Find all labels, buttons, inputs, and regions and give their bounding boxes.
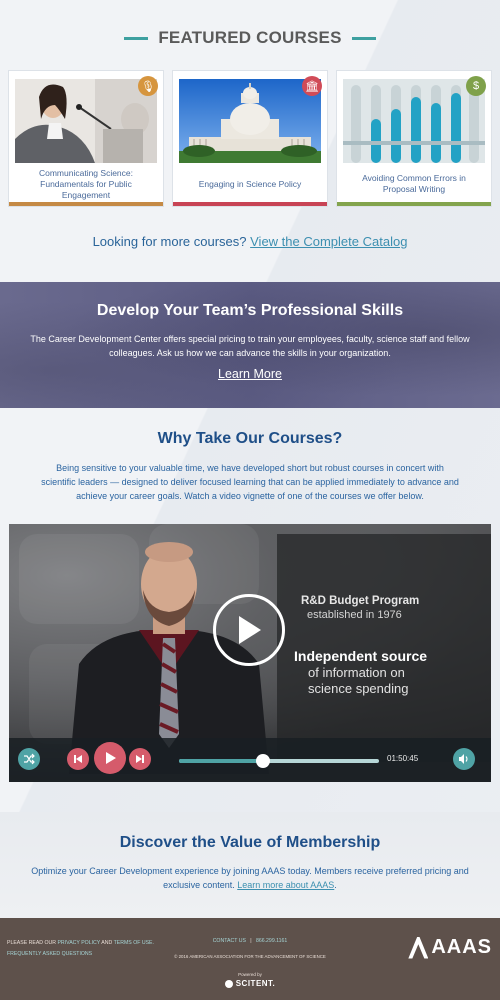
video-controls: 01:50:45 <box>9 738 491 782</box>
shuffle-icon <box>24 753 35 765</box>
play-icon <box>106 752 116 764</box>
develop-title: Develop Your Team’s Professional Skills <box>96 302 404 319</box>
scitent-brand-text: SCITENT. <box>235 979 276 988</box>
phone-link[interactable]: 866.299.1161 <box>256 938 287 944</box>
aaas-logo[interactable]: AAAS <box>408 936 492 959</box>
microphone-icon: 🎙 <box>138 76 158 96</box>
course-title: Engaging in Science Policy <box>198 178 302 189</box>
course-cards: 🎙 Communicating Science: Fundamentals fo… <box>8 70 492 207</box>
next-button[interactable] <box>129 748 151 770</box>
powered-by-label: Powered by <box>238 972 262 977</box>
course-color-bar <box>9 202 163 206</box>
why-take-courses-section: Why Take Our Courses? Being sensitive to… <box>0 408 500 518</box>
course-color-bar <box>173 202 327 206</box>
scitent-mark-icon <box>224 979 233 988</box>
view-catalog-link[interactable]: View the Complete Catalog <box>250 234 407 249</box>
powered-by: Powered by SCITENT. <box>0 972 500 989</box>
course-image-capitol <box>179 79 321 163</box>
membership-section: Discover the Value of Membership Optimiz… <box>0 812 500 918</box>
course-image-test-tubes <box>343 79 485 163</box>
volume-icon <box>459 754 468 764</box>
featured-heading: FEATURED COURSES <box>158 28 342 47</box>
develop-text: The Career Development Center offers spe… <box>30 334 470 358</box>
play-button[interactable] <box>94 742 126 774</box>
aaas-logo-text: AAAS <box>431 936 492 958</box>
video-player[interactable]: R&D Budget Program established in 1976 I… <box>9 524 491 782</box>
and-text: AND <box>101 940 113 946</box>
footer: PLEASE READ OUR PRIVACY POLICY AND TERMS… <box>0 918 500 1000</box>
read-prefix: PLEASE READ OUR <box>7 940 57 946</box>
overlay-program-name: R&D Budget Program <box>301 595 420 607</box>
course-card-proposal-writing[interactable]: $ Avoiding Common Errors in Proposal Wri… <box>336 70 492 207</box>
learn-more-aaas-link[interactable]: Learn more about AAAS <box>237 880 334 890</box>
more-courses-line: Looking for more courses? View the Compl… <box>0 234 500 249</box>
course-title: Communicating Science: Fundamentals for … <box>38 167 133 200</box>
why-title: Why Take Our Courses? <box>157 430 343 447</box>
footer-separator: | <box>250 938 252 944</box>
privacy-policy-link[interactable]: PRIVACY POLICY <box>57 940 100 946</box>
course-title: Avoiding Common Errors in Proposal Writi… <box>362 173 466 194</box>
footer-contact-row: CONTACT US | 866.299.1161 <box>150 938 350 944</box>
why-text: Being sensitive to your valuable time, w… <box>41 463 459 501</box>
progress-handle[interactable] <box>256 754 270 768</box>
capitol-icon: 🏛 <box>302 76 322 96</box>
play-overlay-button[interactable] <box>213 594 285 666</box>
course-image-speaker <box>15 79 157 163</box>
course-card-science-policy[interactable]: 🏛 Engaging in Science Policy <box>172 70 328 207</box>
learn-more-link[interactable]: Learn More <box>0 367 500 381</box>
heading-rule-left <box>124 36 149 40</box>
overlay-program-year: established in 1976 <box>307 609 402 621</box>
skip-forward-icon <box>136 755 144 763</box>
membership-text: Optimize your Career Development experie… <box>31 866 469 890</box>
overlay-subline: of information on science spending <box>308 665 409 696</box>
course-color-bar <box>337 202 491 206</box>
previous-button[interactable] <box>67 748 89 770</box>
develop-team-banner: Develop Your Team’s Professional Skills … <box>0 282 500 408</box>
footer-copyright: © 2016 AMERICAN ASSOCIATION FOR THE ADVA… <box>174 954 326 959</box>
overlay-headline: Independent source <box>294 648 428 664</box>
dollar-icon: $ <box>466 76 486 96</box>
playback-time: 01:50:45 <box>387 754 419 763</box>
progress-track[interactable] <box>179 754 379 768</box>
membership-title: Discover the Value of Membership <box>119 834 381 851</box>
heading-rule-right <box>351 36 376 40</box>
shuffle-button[interactable] <box>18 748 40 770</box>
aaas-mark-icon <box>408 936 429 959</box>
faq-link[interactable]: FREQUENTLY ASKED QUESTIONS <box>7 951 92 957</box>
volume-button[interactable] <box>453 748 475 770</box>
course-card-communicating-science[interactable]: 🎙 Communicating Science: Fundamentals fo… <box>8 70 164 207</box>
scitent-logo[interactable]: SCITENT. <box>224 979 276 988</box>
skip-back-icon <box>74 755 82 763</box>
more-courses-prefix: Looking for more courses? <box>92 234 247 249</box>
footer-legal: PLEASE READ OUR PRIVACY POLICY AND TERMS… <box>7 938 154 960</box>
featured-heading-row: FEATURED COURSES <box>0 28 500 48</box>
play-icon <box>239 616 261 644</box>
terms-of-use-link[interactable]: TERMS OF USE. <box>114 940 154 946</box>
progress-fill <box>179 759 263 763</box>
contact-us-link[interactable]: CONTACT US <box>213 938 246 944</box>
featured-courses-section: FEATURED COURSES 🎙 Communicating Science… <box>0 0 500 282</box>
